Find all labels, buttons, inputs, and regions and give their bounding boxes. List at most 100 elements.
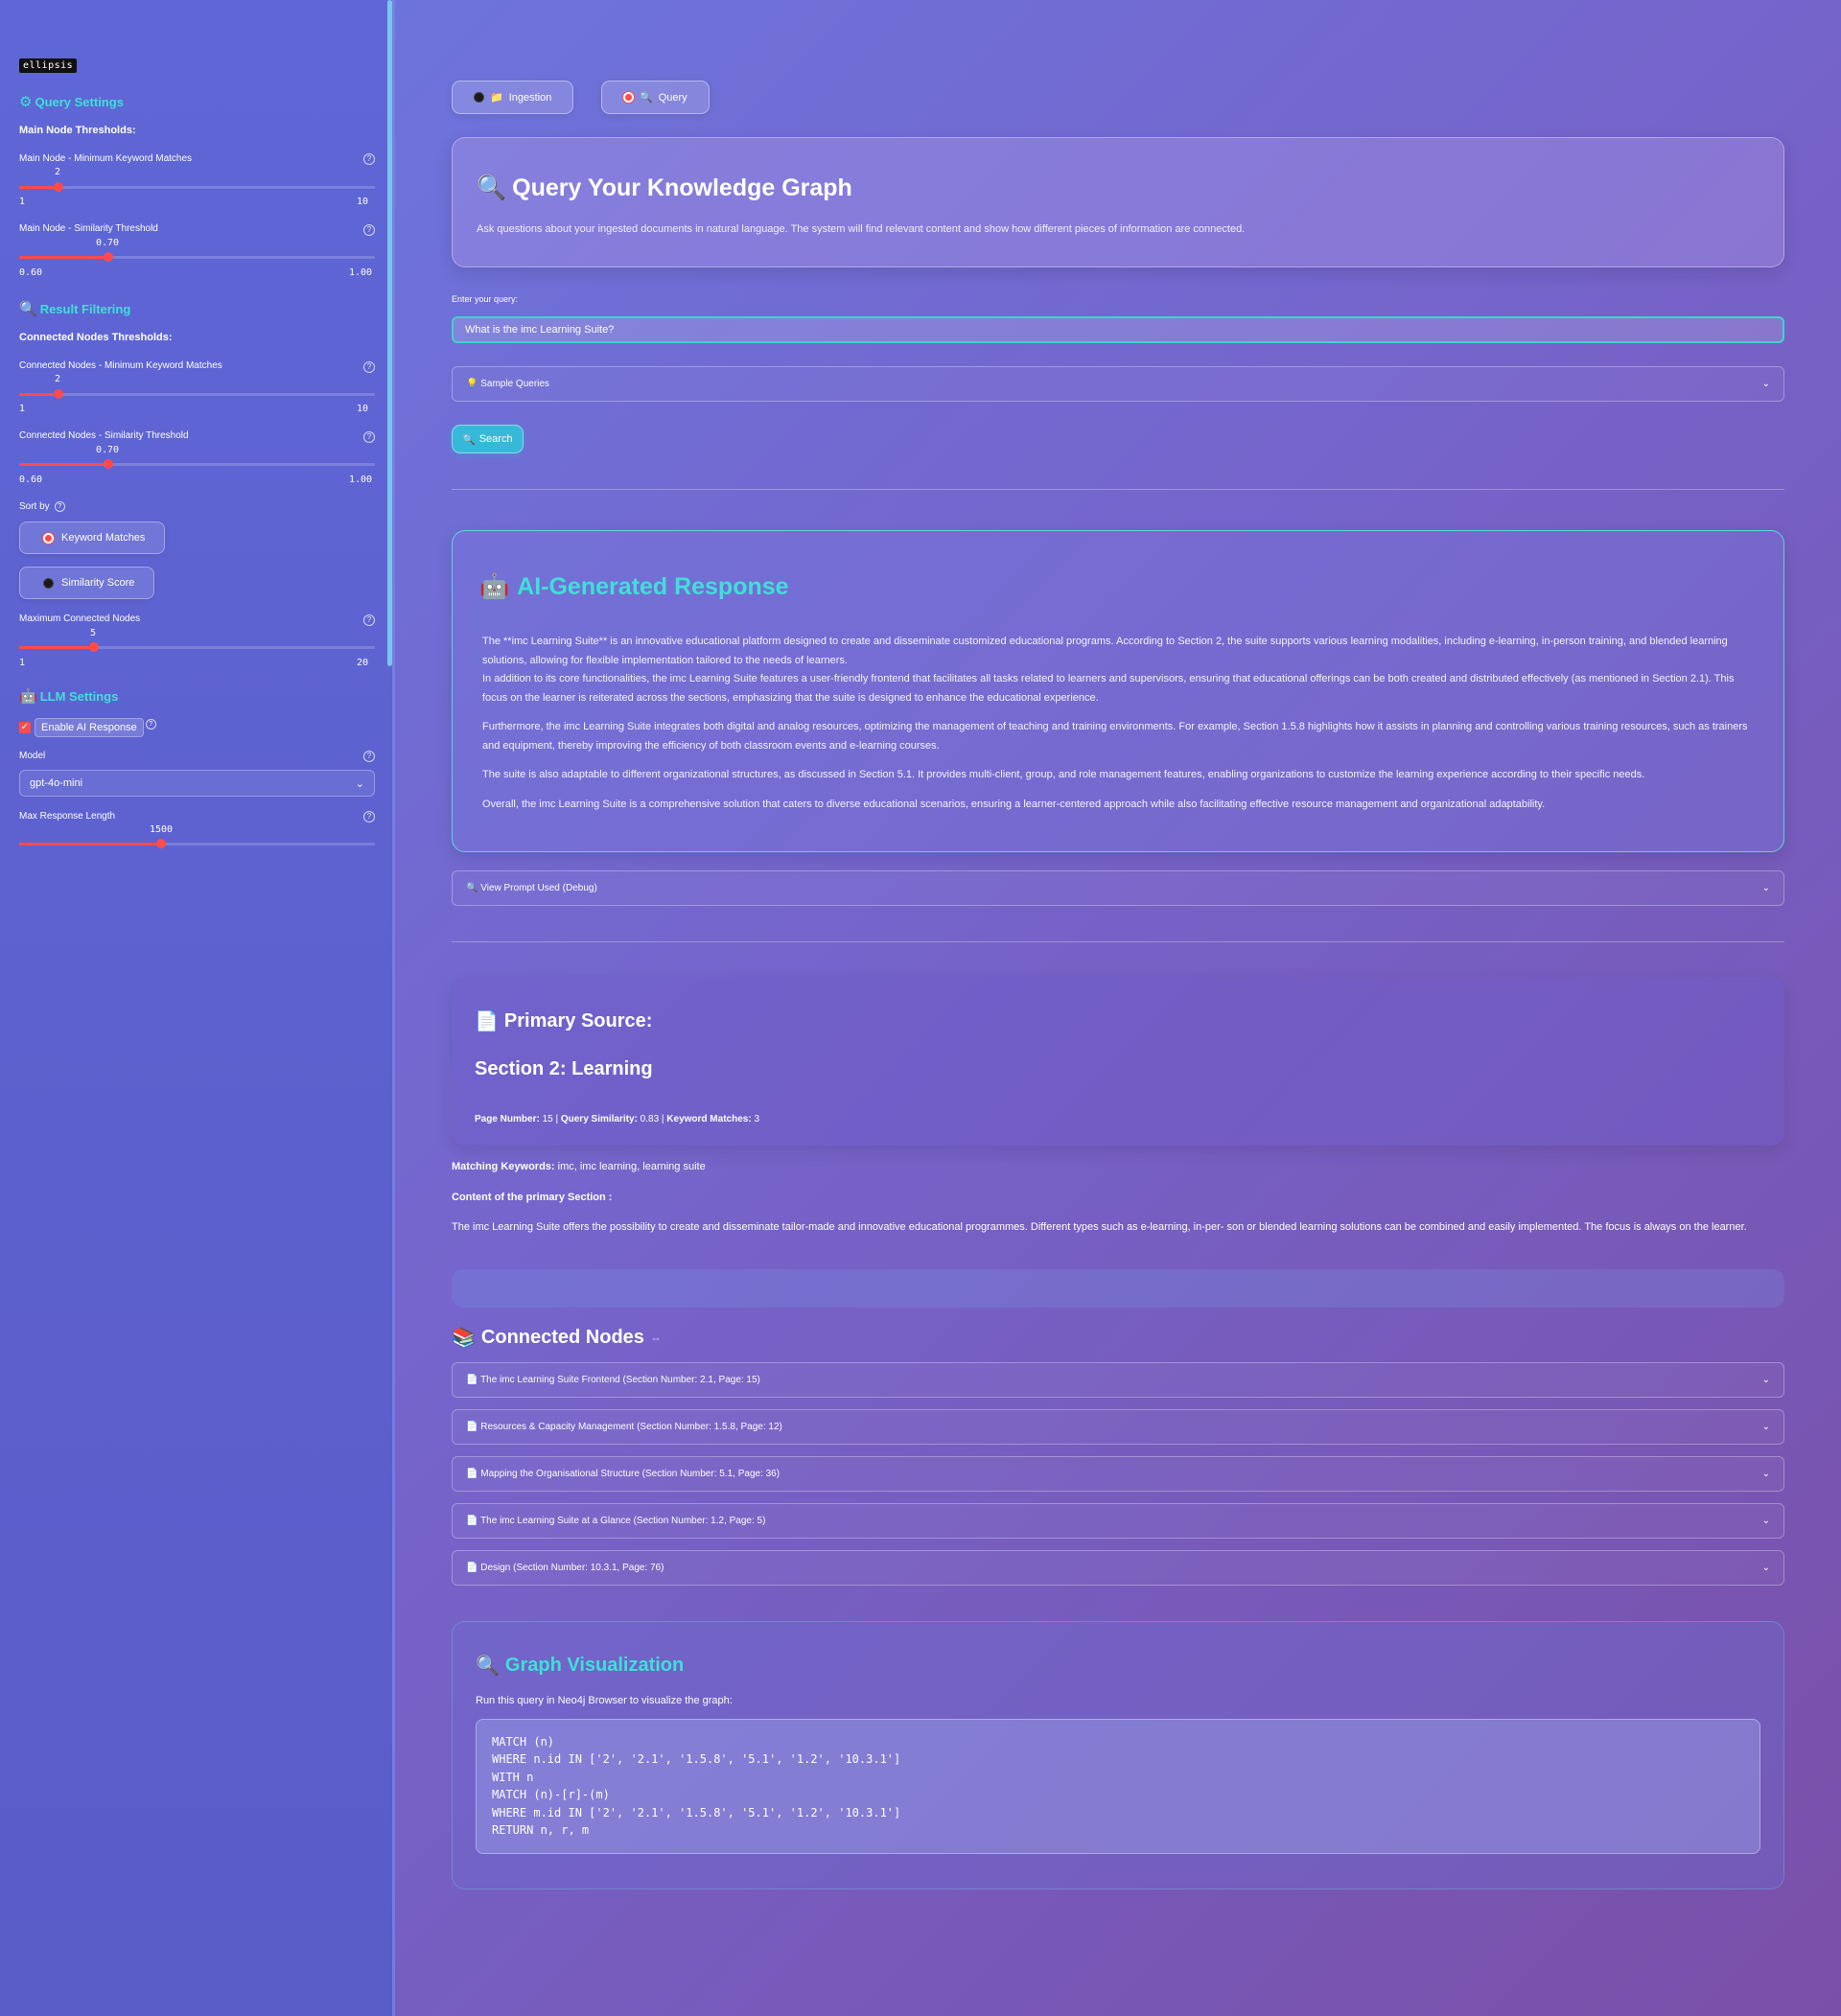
help-icon[interactable]: ? [363,751,375,762]
connected-min-keyword-value: 2 [54,374,61,384]
link-icon[interactable]: ⇔ [650,1332,662,1345]
slider-thumb[interactable] [54,389,64,399]
connected-nodes-title-text: Connected Nodes [480,1327,644,1348]
max-length-label: Max Response Length [19,811,116,822]
tab-ingestion[interactable]: 📁 Ingestion [452,81,574,114]
primary-source-title-text: Primary Source: [503,1010,653,1031]
connected-min-keyword-slider[interactable] [19,389,375,399]
chevron-down-icon: ⌄ [355,777,364,790]
result-filtering-title: Result Filtering [39,301,131,316]
page-title-text: Query Your Knowledge Graph [512,174,852,201]
connected-node-expander[interactable]: 📄 Design (Section Number: 10.3.1, Page: … [452,1550,1784,1586]
debug-prompt-expander[interactable]: 🔍 View Prompt Used (Debug) ⌄ [452,870,1784,906]
enable-ai-checkbox[interactable]: ✓ Enable AI Response ? [19,718,156,737]
checkbox-checked-icon[interactable]: ✓ [19,722,31,733]
ai-response-paragraph: The **imc Learning Suite** is an innovat… [482,636,1735,704]
graph-title: 🔍 Graph Visualization [476,1654,684,1678]
primary-section-content: The imc Learning Suite offers the possib… [452,1221,1747,1233]
slider-thumb[interactable] [103,252,113,262]
slider-fill [19,186,59,189]
connected-node-expander[interactable]: 📄 The imc Learning Suite at a Glance (Se… [452,1503,1784,1539]
sidebar-resize-edge[interactable] [392,0,395,2016]
magnifier-icon: 🔍 [476,1656,500,1677]
radio-selected-icon [43,532,54,544]
slider-min-label: 1 [19,197,26,207]
radio-unselected-icon [43,577,54,589]
primary-source-meta: Page Number: 15 | Query Similarity: 0.83… [475,1114,759,1124]
primary-source-card: 📄 Primary Source: Section 2: Learning Pa… [452,977,1784,1146]
chevron-down-icon: ⌄ [1761,1375,1770,1385]
content-label: Content of the primary Section : [452,1192,613,1203]
query-settings-title: Query Settings [35,94,124,109]
tab-label: Query [658,91,687,104]
sort-option-label: Keyword Matches [61,532,146,544]
main-similarity-slider[interactable] [19,252,375,262]
slider-thumb[interactable] [156,839,167,848]
document-icon: 📄 [466,1469,478,1479]
slider-fill [19,256,108,259]
connected-min-keyword-label: Connected Nodes - Minimum Keyword Matche… [19,360,222,371]
sidebar: ellipsis ⚙ Query Settings Main Node Thre… [0,0,395,2016]
help-icon[interactable]: ? [363,614,375,626]
expander-label: Sample Queries [480,379,549,389]
divider [452,941,1784,942]
sample-queries-expander[interactable]: 💡 Sample Queries ⌄ [452,366,1784,402]
chevron-down-icon: ⌄ [1761,1469,1770,1479]
help-icon[interactable]: ? [363,224,375,236]
slider-max-label: 1.00 [349,267,373,278]
robot-icon: 🤖 [19,688,37,705]
slider-thumb[interactable] [103,459,113,469]
document-icon: 📄 [475,1011,499,1032]
expander-label: Mapping the Organisational Structure (Se… [480,1469,781,1479]
connected-node-expander[interactable]: 📄 Resources & Capacity Management (Secti… [452,1409,1784,1445]
page-title: 🔍 Query Your Knowledge Graph [477,174,852,202]
sort-option-label: Similarity Score [61,577,135,589]
help-icon[interactable]: ? [54,501,65,512]
slider-max-label: 1.00 [349,475,373,485]
chevron-down-icon: ⌄ [1761,1516,1770,1526]
main-min-keyword-label: Main Node - Minimum Keyword Matches [19,153,193,164]
search-button[interactable]: 🔍 Search [452,425,524,453]
help-icon[interactable]: ? [363,811,375,823]
main-min-keyword-slider[interactable] [19,182,375,192]
slider-thumb[interactable] [54,182,64,192]
enable-ai-label: Enable AI Response [35,718,144,737]
connected-node-expander[interactable]: 📄 Mapping the Organisational Structure (… [452,1456,1784,1492]
magnifier-icon: 🔍 [477,174,507,201]
max-connected-label: Maximum Connected Nodes [19,614,141,624]
slider-thumb[interactable] [88,642,99,652]
slider-min-label: 1 [19,404,26,414]
max-connected-slider[interactable] [19,642,375,652]
expander-label: The imc Learning Suite at a Glance (Sect… [480,1516,766,1526]
max-length-slider[interactable] [19,839,375,848]
connected-node-expander[interactable]: 📄 The imc Learning Suite Frontend (Secti… [452,1362,1784,1398]
main-similarity-value: 0.70 [95,238,120,248]
help-icon[interactable]: ? [145,718,156,730]
robot-icon: 🤖 [479,573,510,600]
query-settings-heading: ⚙ Query Settings [19,93,124,110]
connected-similarity-slider[interactable] [19,459,375,469]
help-icon[interactable]: ? [363,361,375,373]
ai-response-body: The **imc Learning Suite** is an innovat… [482,633,1758,824]
model-select[interactable]: gpt-4o-mini ⌄ [19,770,375,797]
ai-response-title: 🤖 AI-Generated Response [479,573,789,601]
slider-min-label: 0.60 [19,475,43,485]
help-icon[interactable]: ? [363,431,375,443]
magnifier-icon: 🔍 [640,92,653,104]
expander-label: Resources & Capacity Management (Section… [480,1422,782,1432]
magnifier-icon: 🔍 [462,433,476,446]
tab-query[interactable]: 🔍 Query [601,81,710,114]
llm-settings-title: LLM Settings [39,688,119,704]
sort-option-similarity-score[interactable]: Similarity Score [19,567,155,599]
slider-min-label: 0.60 [19,267,43,278]
help-icon[interactable]: ? [363,153,375,165]
cypher-code-block[interactable]: MATCH (n) WHERE n.id IN ['2', '2.1', '1.… [476,1719,1760,1854]
sort-option-keyword-matches[interactable]: Keyword Matches [19,521,166,554]
sort-by-label: Sort by [19,501,50,512]
sidebar-content: ellipsis ⚙ Query Settings Main Node Thre… [0,0,391,848]
slider-fill [19,393,59,396]
model-value: gpt-4o-mini [30,777,83,789]
brand-logo: ellipsis [19,58,78,73]
query-input[interactable]: What is the imc Learning Suite? [452,316,1784,343]
graph-description: Run this query in Neo4j Browser to visua… [476,1695,733,1706]
